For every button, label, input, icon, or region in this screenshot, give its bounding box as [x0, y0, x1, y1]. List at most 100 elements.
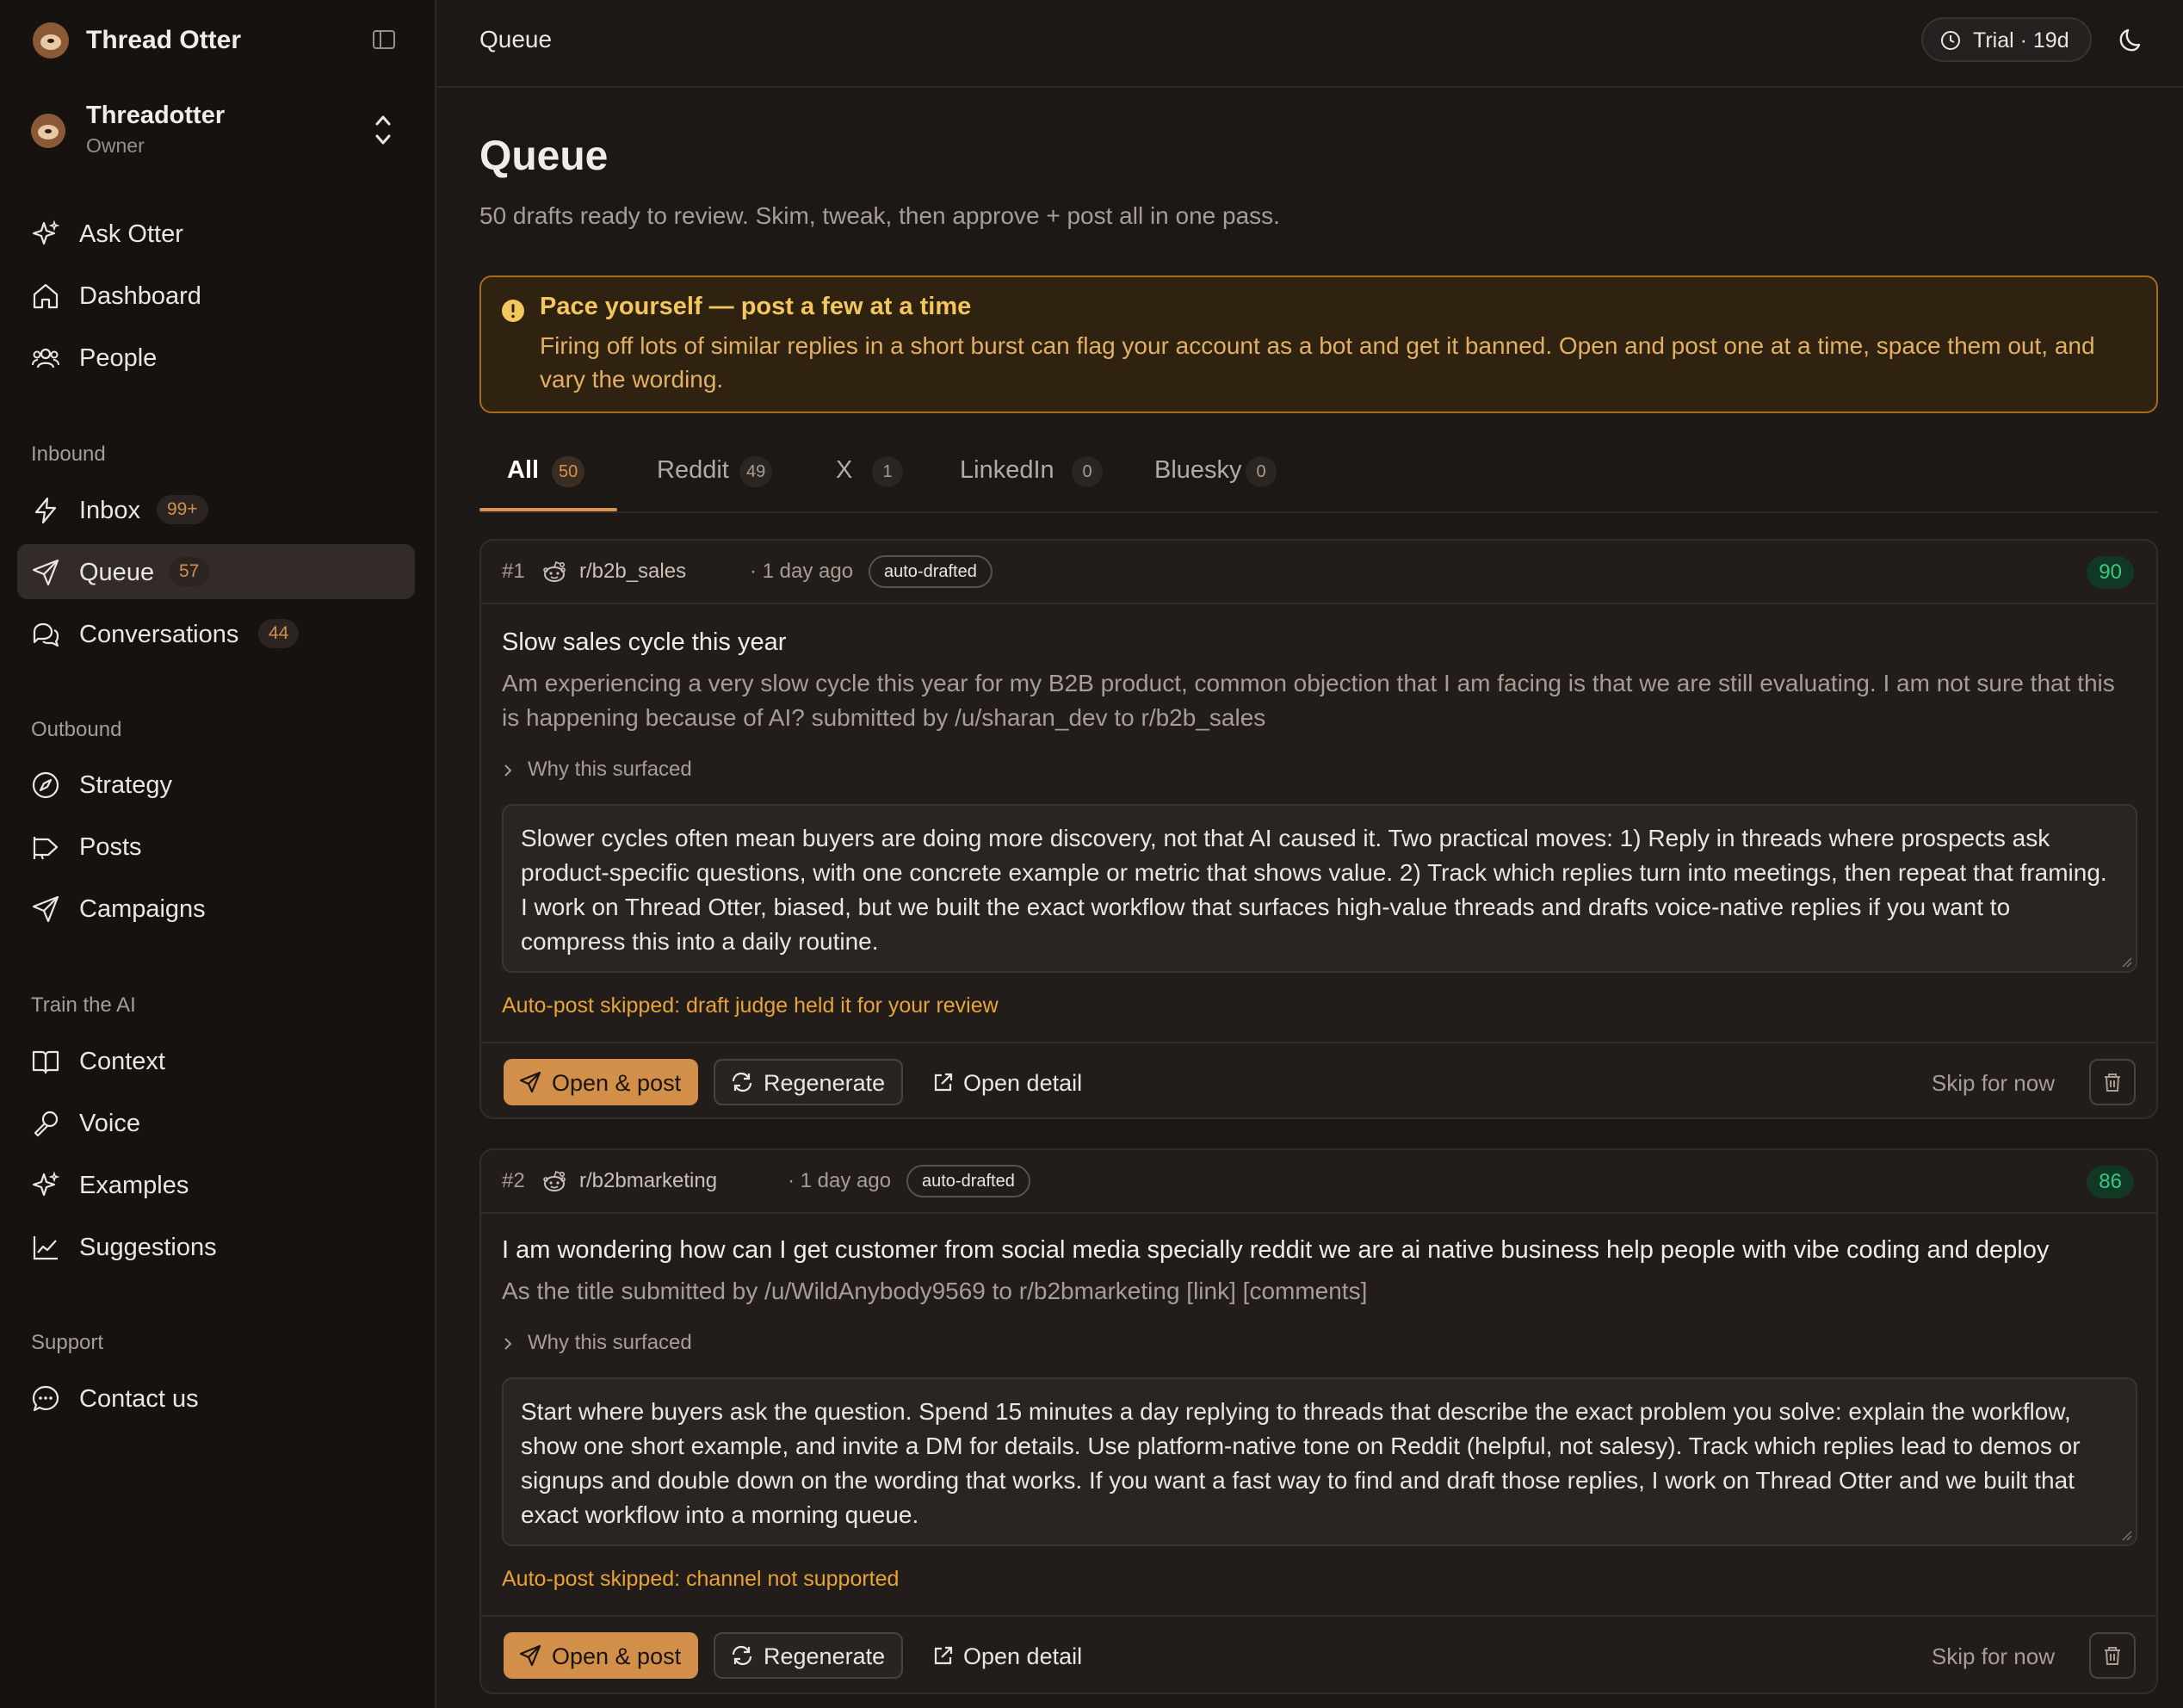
external-link-icon: [934, 1646, 953, 1665]
skip-for-now-button[interactable]: Skip for now: [1932, 1070, 2055, 1097]
tab-all[interactable]: All 50: [479, 439, 617, 511]
brand-name: Thread Otter: [86, 26, 242, 54]
sidebar-item-conversations[interactable]: Conversations 44: [17, 606, 415, 661]
sidebar-item-label: Dashboard: [79, 282, 201, 310]
why-surfaced-label: Why this surfaced: [528, 758, 692, 781]
warning-body: Firing off lots of similar replies in a …: [540, 332, 2095, 393]
draft-card: #1 r/b2b_sales · 1 day ago auto-drafted …: [479, 539, 2158, 1119]
why-surfaced-toggle[interactable]: Why this surfaced: [502, 1331, 692, 1355]
workspace-role: Owner: [86, 134, 145, 157]
skip-for-now-button[interactable]: Skip for now: [1932, 1643, 2055, 1670]
trash-icon: [2105, 1647, 2120, 1665]
delete-button[interactable]: [2089, 1059, 2136, 1105]
main-content: Queue Trial · 19d Queue 50 drafts ready …: [436, 0, 2183, 1708]
sidebar-item-label: Examples: [79, 1172, 189, 1199]
chat-icon: [33, 622, 59, 647]
sidebar-item-voice[interactable]: Voice: [17, 1095, 415, 1150]
auto-drafted-tag: auto-drafted: [906, 1165, 1030, 1197]
chevron-right-icon: [504, 1337, 512, 1350]
topbar: Queue Trial · 19d: [436, 0, 2183, 88]
send-icon: [32, 559, 59, 586]
sidebar-item-context[interactable]: Context: [17, 1033, 415, 1088]
sidebar-item-queue[interactable]: Queue 57: [17, 544, 415, 599]
post-body: Am experiencing a very slow cycle this y…: [502, 670, 2115, 731]
button-label: Open detail: [963, 1643, 1083, 1669]
otter-logo-icon: [33, 22, 69, 59]
tab-label: Bluesky: [1154, 456, 1242, 484]
trash-icon: [2105, 1074, 2120, 1092]
sidebar-item-examples[interactable]: Examples: [17, 1157, 415, 1212]
sidebar-item-posts[interactable]: Posts: [17, 819, 415, 874]
home-icon: [33, 283, 59, 309]
section-label-outbound: Outbound: [31, 718, 122, 741]
chevron-up-down-icon[interactable]: [372, 110, 394, 150]
external-link-icon: [934, 1073, 953, 1092]
draft-reply-textarea[interactable]: Slower cycles often mean buyers are doin…: [502, 804, 2137, 973]
sidebar-item-label: Contact us: [79, 1385, 199, 1413]
sparkles-icon: [32, 220, 60, 245]
platform-tabs: All 50 Reddit 49 X 1 LinkedIn 0 Bluesky …: [479, 439, 2158, 513]
sidebar-item-people[interactable]: People: [17, 330, 415, 385]
refresh-icon: [732, 1072, 752, 1092]
card-number: #1: [502, 560, 525, 583]
score-badge: 90: [2087, 556, 2134, 589]
post-time: · 1 day ago: [788, 1169, 892, 1192]
why-surfaced-toggle[interactable]: Why this surfaced: [502, 758, 692, 782]
users-icon: [32, 348, 59, 368]
sidebar-item-label: Strategy: [79, 771, 172, 799]
card-actions: Open & post Regenerate Open detail Skip …: [481, 1042, 2156, 1121]
subreddit-link[interactable]: r/b2bmarketing: [579, 1169, 717, 1193]
regenerate-button[interactable]: Regenerate: [714, 1632, 903, 1679]
moon-icon[interactable]: [2115, 22, 2149, 57]
tab-active-underline: [479, 508, 617, 511]
open-and-post-button[interactable]: Open & post: [504, 1059, 698, 1105]
tab-count: 0: [1246, 456, 1277, 487]
tab-label: All: [507, 456, 540, 484]
sidebar-item-inbox[interactable]: Inbox 99+: [17, 482, 415, 537]
button-label: Regenerate: [764, 1643, 886, 1669]
megaphone-icon: [33, 837, 59, 860]
draft-reply-text: Start where buyers ask the question. Spe…: [521, 1398, 2081, 1528]
tab-x[interactable]: X 1: [815, 439, 918, 511]
tab-label: Reddit: [657, 456, 729, 484]
resize-grip-icon[interactable]: [2120, 1529, 2132, 1541]
tab-linkedin[interactable]: LinkedIn 0: [936, 439, 1116, 511]
tab-reddit[interactable]: Reddit 49: [634, 439, 798, 511]
button-label: Open detail: [963, 1070, 1083, 1096]
section-label-train: Train the AI: [31, 993, 136, 1017]
sidebar-item-label: Posts: [79, 833, 142, 861]
send-icon: [519, 1644, 541, 1667]
sidebar-item-label: People: [79, 344, 158, 372]
subreddit-link[interactable]: r/b2b_sales: [579, 560, 686, 584]
why-surfaced-label: Why this surfaced: [528, 1331, 692, 1354]
resize-grip-icon[interactable]: [2120, 956, 2132, 968]
sidebar-item-strategy[interactable]: Strategy: [17, 757, 415, 812]
conversations-count-badge: 44: [258, 619, 300, 648]
sidebar-item-campaigns[interactable]: Campaigns: [17, 881, 415, 936]
sidebar-item-suggestions[interactable]: Suggestions: [17, 1219, 415, 1274]
sidebar-item-label: Voice: [79, 1110, 140, 1137]
sidebar-collapse-icon[interactable]: [372, 29, 396, 50]
sidebar-item-ask-otter[interactable]: Ask Otter: [17, 206, 415, 261]
queue-count-badge: 57: [169, 557, 210, 586]
button-label: Regenerate: [764, 1070, 886, 1096]
sidebar-item-dashboard[interactable]: Dashboard: [17, 268, 415, 323]
draft-reply-textarea[interactable]: Start where buyers ask the question. Spe…: [502, 1377, 2137, 1546]
trial-badge[interactable]: Trial · 19d: [1921, 17, 2092, 62]
send-icon: [519, 1071, 541, 1093]
tab-bluesky[interactable]: Bluesky 0: [1134, 439, 1306, 511]
delete-button[interactable]: [2089, 1632, 2136, 1679]
post-time: · 1 day ago: [750, 560, 854, 583]
breadcrumb: Queue: [479, 26, 553, 53]
open-and-post-button[interactable]: Open & post: [504, 1632, 698, 1679]
sidebar-item-contact-us[interactable]: Contact us: [17, 1371, 415, 1426]
card-header: #2 r/b2bmarketing · 1 day ago auto-draft…: [481, 1150, 2156, 1214]
page-title: Queue: [479, 133, 609, 179]
regenerate-button[interactable]: Regenerate: [714, 1059, 903, 1105]
compass-icon: [32, 771, 59, 799]
send-icon: [32, 895, 59, 923]
sidebar-item-label: Suggestions: [79, 1234, 217, 1261]
auto-drafted-tag: auto-drafted: [869, 555, 993, 588]
card-header: #1 r/b2b_sales · 1 day ago auto-drafted …: [481, 541, 2156, 604]
pace-warning-banner: Pace yourself — post a few at a time Fir…: [479, 275, 2158, 413]
